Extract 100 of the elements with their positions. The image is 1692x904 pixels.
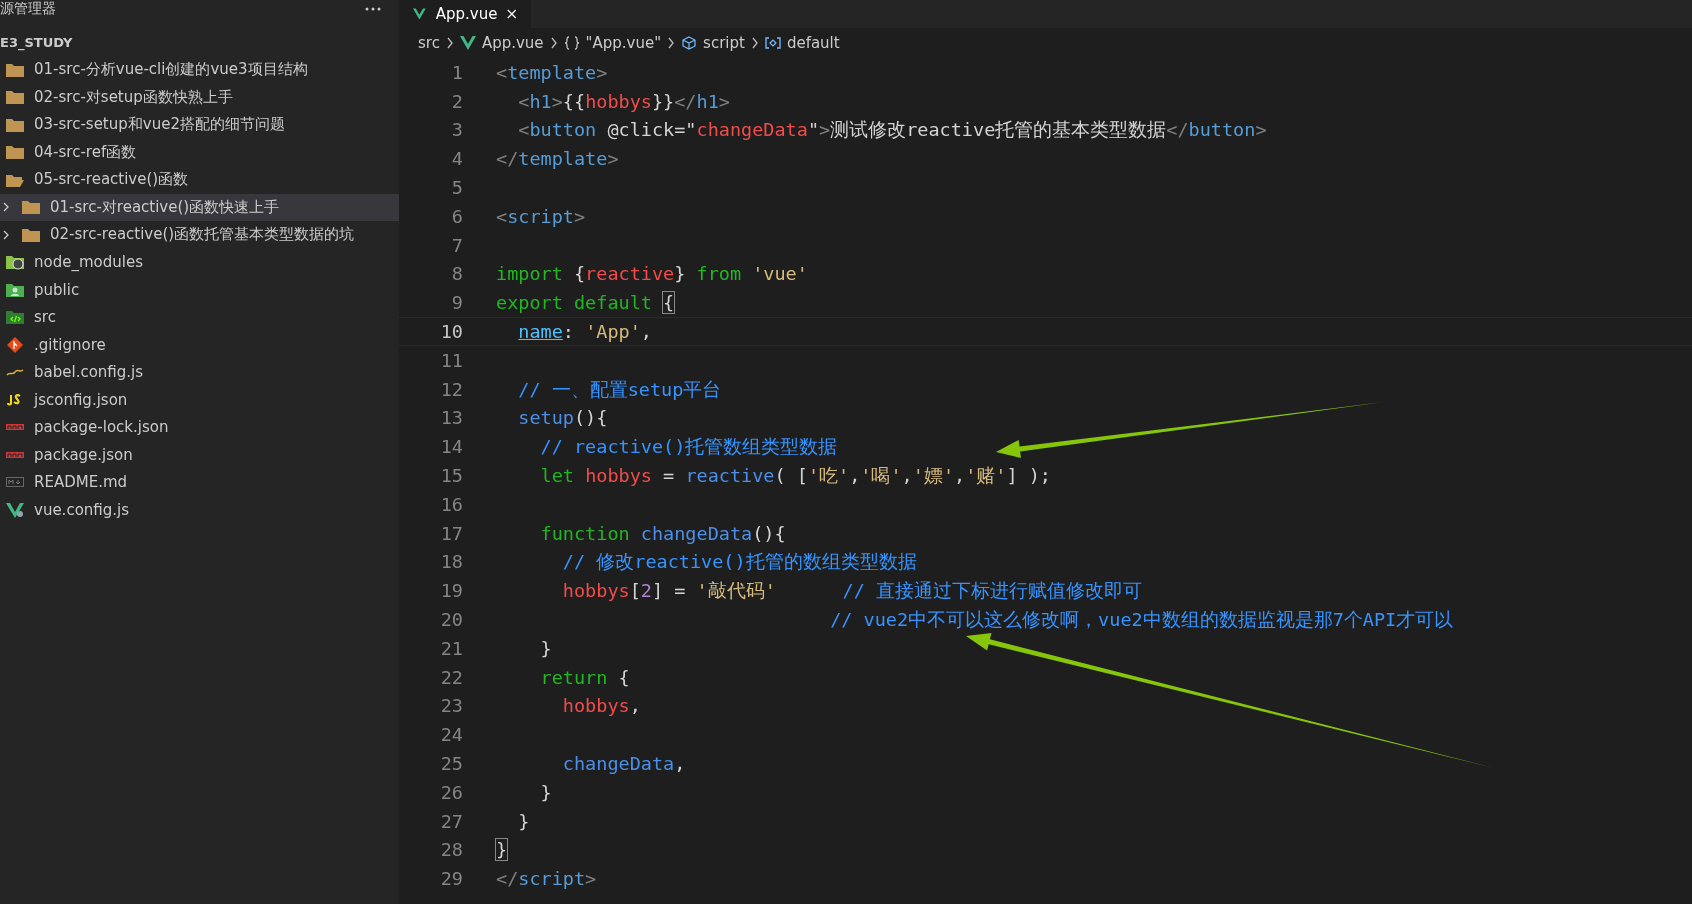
line-number: 2 [450,90,463,112]
code-line: // 一、配置setup平台 [517,377,722,402]
cube-icon [681,36,698,50]
vue-gear-icon [5,501,25,518]
line-number: 8 [450,263,463,285]
tree-item[interactable]: package.json [0,441,399,469]
tree-item[interactable]: 05-src-reactive()函数 [0,166,399,194]
tree-item[interactable]: package-lock.json [0,413,399,441]
line-number: 4 [450,148,463,170]
code-line: hobbys, [561,695,641,717]
line-number: 11 [439,349,463,371]
code-line: } [496,839,508,861]
breadcrumb-item[interactable]: script [681,34,745,52]
line-number: 6 [450,205,463,227]
line-number: 9 [450,292,463,314]
tree-item[interactable]: 01-src-对reactive()函数快速上手 [0,193,399,221]
line-number: 23 [439,695,463,717]
code-line: <h1>{{hobbys}}</h1> [517,90,730,112]
line-number: 25 [439,753,463,774]
line-number: 27 [439,810,463,832]
tree-item[interactable]: .gitignore [0,331,399,359]
line-number: 15 [439,465,463,487]
code-line: // 修改reactive()托管的数组类型数据 [561,550,917,575]
git-icon [5,336,25,353]
line-number: 19 [439,580,463,602]
chevron-icon [667,37,676,49]
breadcrumb-item[interactable]: "App.vue" [563,34,662,52]
tree-item[interactable]: vue.config.js [0,496,399,524]
line-number: 12 [439,378,463,400]
code-line: changeData, [561,753,686,774]
code-line: name: 'App', [517,321,652,343]
close-icon[interactable] [507,8,517,20]
breadcrumb-item[interactable]: src [418,34,440,52]
code-line: // reactive()托管数组类型数据 [539,435,838,460]
variable-icon [764,36,781,50]
vue-icon [459,36,476,50]
breadcrumb-item[interactable]: App.vue [459,34,544,52]
tree-item[interactable]: public [0,276,399,304]
tree-item[interactable]: 04-src-ref函数 [0,138,399,166]
line-number: 21 [439,637,463,659]
tree-item[interactable]: babel.config.js [0,358,399,386]
folder-icon [5,144,25,161]
line-number: 16 [439,493,463,515]
braces-icon [563,36,580,50]
code-line: <template> [496,61,608,83]
line-number: 1 [450,61,463,83]
code-line: function changeData(){ [539,522,786,544]
line-number: 5 [450,177,463,199]
code-line: let hobbys = reactive( ['吃','喝','嫖','赌'] ); [539,464,1051,489]
line-number: 7 [450,234,463,256]
code-line: <button @click="changeData">测试修改reactive托管的基本类型数据</button> [517,118,1267,143]
line-number: 17 [439,522,463,544]
more-icon[interactable] [365,7,381,11]
people-folder-icon [5,281,25,298]
folder-icon [21,226,41,243]
line-number: 24 [439,724,463,746]
line-number: 20 [439,609,463,631]
code-line: return { [539,666,630,688]
tree-item[interactable]: 02-src-reactive()函数托管基本类型数据的坑 [0,221,399,249]
code-line: } [539,781,552,803]
line-number: 28 [439,839,463,861]
chevron-icon [2,229,10,240]
breadcrumb-item[interactable]: default [764,34,840,52]
tree-item[interactable]: src [0,303,399,331]
tree-item[interactable]: 03-src-setup和vue2搭配的细节问题 [0,111,399,139]
project-title[interactable]: E3_STUDY [0,18,399,56]
node-folder-icon [5,254,25,271]
vue-icon [413,7,426,21]
folder-icon [5,61,25,78]
line-number: 26 [439,781,463,803]
code-line: hobbys[2] = '敲代码' // 直接通过下标进行赋值修改即可 [561,579,1143,604]
chevron-icon [750,37,759,49]
explorer-title: 源管理器 [0,0,56,18]
line-number: 14 [439,436,463,458]
folder-icon [5,116,25,133]
tree-item[interactable]: node_modules [0,248,399,276]
line-number: 13 [439,407,463,429]
line-number: 29 [439,868,463,890]
editor-tab[interactable]: App.vue [399,0,531,28]
code-line: setup(){ [517,407,608,429]
folder-icon [21,199,41,216]
chevron-icon [2,202,10,213]
line-number: 18 [439,551,463,573]
code-line: } [539,637,552,659]
line-number: 3 [450,119,463,141]
code-line: </template> [496,148,619,170]
code-line: <script> [496,205,586,227]
tree-item[interactable]: 01-src-分析vue-cli创建的vue3项目结构 [0,56,399,84]
tree-item[interactable]: jsconfig.json [0,386,399,414]
chevron-icon [549,37,558,49]
folder-icon [5,89,25,106]
line-number: 10 [439,321,463,343]
line-number: 22 [439,666,463,688]
code-folder-icon [5,309,25,326]
code-line: } [517,810,530,832]
tree-item[interactable]: README.md [0,468,399,496]
code-line: </script> [496,868,597,890]
chevron-icon [445,37,454,49]
code-line: export default { [496,292,675,314]
tree-item[interactable]: 02-src-对setup函数快熟上手 [0,83,399,111]
